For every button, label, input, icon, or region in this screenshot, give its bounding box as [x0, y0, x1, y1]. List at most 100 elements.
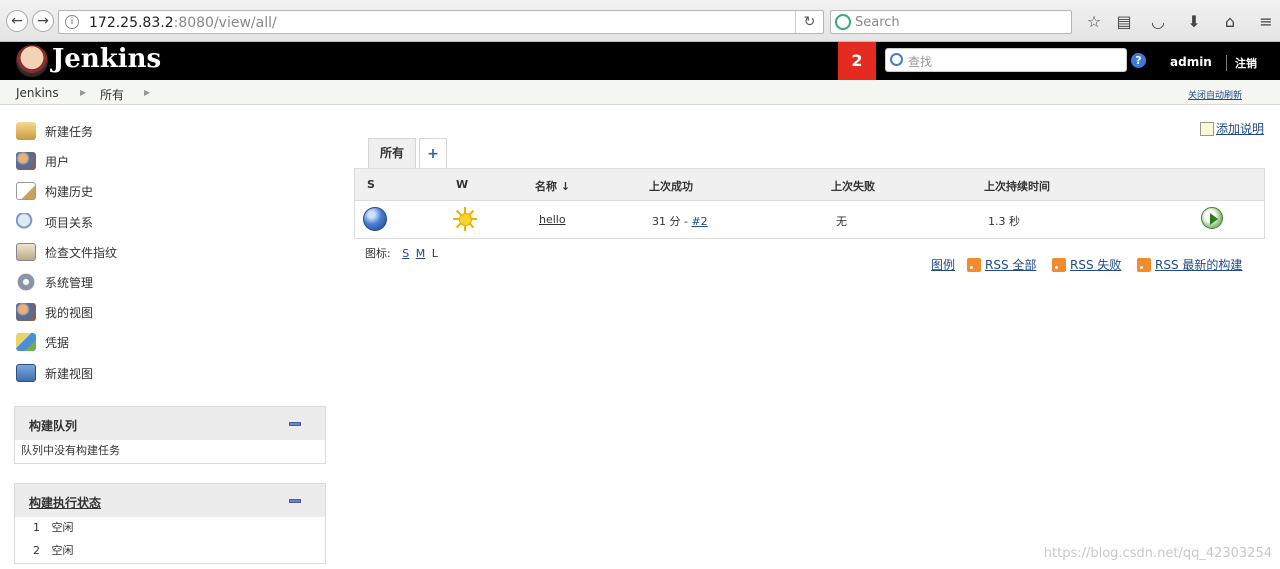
last-success-time: 31 分 -	[652, 215, 692, 228]
executors-header: 构建执行状态	[15, 484, 325, 517]
sidebar-item-label: 检查文件指纹	[45, 245, 118, 260]
build-link[interactable]: #2	[691, 215, 707, 228]
add-description-label: 添加说明	[1216, 122, 1265, 136]
table-header: S W 名称 ↓ 上次成功 上次失败 上次持续时间	[355, 169, 1264, 201]
edit-icon	[1200, 121, 1214, 136]
rss-all-link[interactable]: RSS 全部	[967, 256, 1036, 273]
back-button[interactable]: ←	[6, 10, 28, 32]
sidebar-item-project-relations[interactable]: 项目关系	[16, 211, 93, 233]
rss-latest-link[interactable]: RSS 最新的构建	[1137, 256, 1242, 273]
icon-size-medium[interactable]: M	[416, 247, 426, 260]
executor-number: 2	[33, 544, 40, 557]
collapse-icon[interactable]	[289, 499, 301, 503]
build-queue-empty: 队列中没有构建任务	[21, 444, 120, 457]
executors-title-link[interactable]: 构建执行状态	[29, 494, 101, 511]
executor-number: 1	[33, 521, 40, 534]
column-last-failure[interactable]: 上次失败	[831, 178, 875, 194]
build-queue-panel: 构建队列 队列中没有构建任务	[14, 406, 326, 464]
jobs-table: S W 名称 ↓ 上次成功 上次失败 上次持续时间 hello 31 分 - #…	[354, 168, 1265, 239]
column-last-success[interactable]: 上次成功	[649, 178, 693, 194]
logout-link[interactable]: 注销	[1226, 55, 1257, 71]
legend-link[interactable]: 图例	[931, 256, 955, 273]
sidebar-item-label: 系统管理	[45, 275, 94, 290]
reading-list-icon[interactable]: ▤	[1114, 12, 1134, 32]
icon-size-selector: 图标: S M L	[362, 245, 438, 261]
gear-icon	[16, 273, 36, 291]
url-bar[interactable]: i 172.25.83.2:8080/view/all/ ↻	[58, 10, 824, 34]
executor-status: 空闲	[51, 521, 74, 534]
executors-panel: 构建执行状态 1 空闲 2 空闲	[14, 483, 326, 564]
search-placeholder: 查找	[908, 55, 933, 69]
executor-row: 2 空闲	[15, 540, 325, 563]
breadcrumb: Jenkins ▶ 所有 ▶ 关闭自动刷新	[0, 80, 1280, 105]
bookmark-star-icon[interactable]: ☆	[1084, 12, 1104, 32]
column-weather[interactable]: W	[456, 178, 468, 191]
jenkins-search-input[interactable]: 查找	[885, 48, 1127, 72]
browser-search-input[interactable]: Search	[830, 10, 1072, 34]
sidebar-item-label: 新建视图	[45, 366, 94, 381]
help-icon[interactable]: ?	[1131, 53, 1146, 68]
fingerprint-icon	[16, 243, 36, 261]
sidebar-item-label: 我的视图	[45, 305, 94, 320]
forward-button[interactable]: →	[32, 10, 54, 32]
sidebar-item-build-history[interactable]: 构建历史	[16, 180, 93, 202]
sidebar-item-label: 用户	[45, 154, 70, 169]
info-icon[interactable]: i	[65, 15, 79, 29]
breadcrumb-all[interactable]: 所有	[100, 86, 124, 103]
breadcrumb-arrow-icon[interactable]: ▶	[144, 88, 150, 97]
add-description-link[interactable]: 添加说明	[1200, 120, 1264, 137]
weather-sunny-icon	[453, 207, 477, 231]
last-failure-cell: 无	[836, 215, 847, 228]
sidebar-item-my-views[interactable]: 我的视图	[16, 301, 93, 323]
notification-badge[interactable]: 2	[838, 42, 876, 80]
build-queue-header: 构建队列	[15, 407, 325, 440]
column-last-duration[interactable]: 上次持续时间	[984, 178, 1050, 194]
sidebar-item-new-view[interactable]: 新建视图	[16, 362, 93, 384]
user-link[interactable]: admin	[1170, 55, 1212, 69]
rss-all-label: RSS 全部	[985, 258, 1037, 272]
sidebar-item-credentials[interactable]: 凭据	[16, 331, 69, 353]
users-icon	[16, 303, 36, 321]
rss-latest-label: RSS 最新的构建	[1155, 258, 1243, 272]
column-status[interactable]: S	[367, 178, 375, 191]
legend-label: 图例	[931, 258, 956, 272]
users-icon	[16, 152, 36, 170]
jenkins-logo-icon[interactable]	[16, 45, 48, 77]
icon-size-small[interactable]: S	[402, 247, 409, 260]
rss-failed-link[interactable]: RSS 失败	[1052, 256, 1121, 273]
disable-auto-refresh-link[interactable]: 关闭自动刷新	[1188, 88, 1242, 101]
sidebar-item-manage[interactable]: 系统管理	[16, 271, 93, 293]
pocket-icon[interactable]: ◡	[1148, 12, 1168, 32]
tab-add-view[interactable]: +	[419, 138, 447, 168]
sidebar-item-new-job[interactable]: 新建任务	[16, 120, 93, 142]
last-duration-cell: 1.3 秒	[988, 215, 1020, 228]
search-engine-icon	[835, 14, 851, 30]
last-success-cell: 31 分 - #2	[652, 213, 708, 229]
tab-all[interactable]: 所有	[368, 138, 416, 168]
jenkins-header: Jenkins 2 查找 ? admin 注销	[0, 42, 1280, 80]
rss-icon	[1052, 257, 1066, 272]
search-icon	[16, 213, 36, 231]
reload-icon[interactable]: ↻	[795, 11, 823, 33]
status-blue-ball-icon	[363, 207, 387, 231]
breadcrumb-arrow-icon[interactable]: ▶	[80, 88, 86, 97]
schedule-build-icon[interactable]	[1201, 207, 1223, 229]
sidebar-item-label: 项目关系	[45, 215, 94, 230]
download-icon[interactable]: ⬇	[1184, 12, 1204, 32]
sidebar-item-fingerprint[interactable]: 检查文件指纹	[16, 241, 117, 263]
job-name-link[interactable]: hello	[539, 213, 566, 226]
sidebar-item-users[interactable]: 用户	[16, 150, 69, 172]
browser-toolbar: ← → i 172.25.83.2:8080/view/all/ ↻ Searc…	[0, 0, 1280, 42]
browser-search-placeholder: Search	[855, 15, 900, 30]
home-icon[interactable]: ⌂	[1220, 12, 1240, 32]
table-row: hello 31 分 - #2 无 1.3 秒	[355, 201, 1264, 238]
menu-icon[interactable]: ≡	[1256, 12, 1276, 32]
sidebar-item-label: 新建任务	[45, 124, 94, 139]
collapse-icon[interactable]	[289, 422, 301, 426]
rss-failed-label: RSS 失败	[1070, 258, 1122, 272]
watermark: https://blog.csdn.net/qq_42303254	[1043, 546, 1272, 561]
breadcrumb-jenkins[interactable]: Jenkins	[16, 86, 59, 100]
column-name[interactable]: 名称 ↓	[535, 178, 570, 194]
jenkins-logo-text[interactable]: Jenkins	[52, 44, 161, 74]
build-queue-title: 构建队列	[29, 419, 78, 433]
